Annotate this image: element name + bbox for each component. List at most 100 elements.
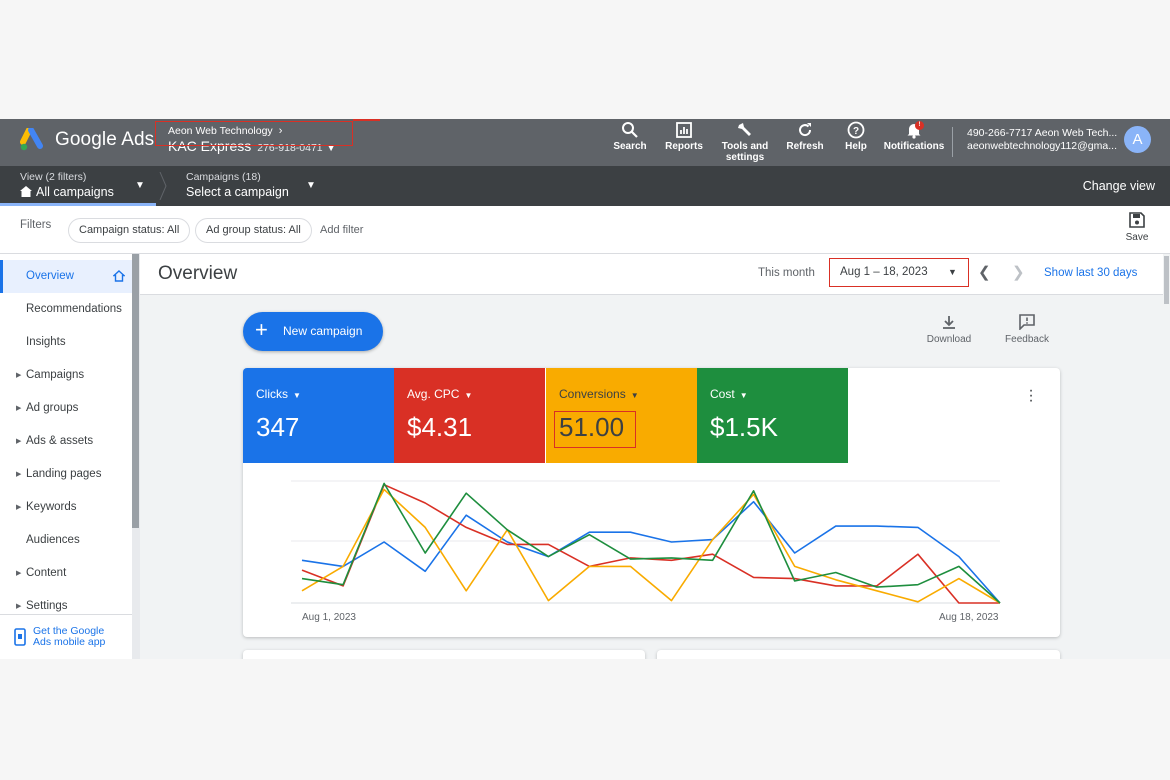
next-card-left [243,650,645,659]
sidebar-item-landing-pages[interactable]: ▶ Landing pages [0,458,132,491]
sidebar-item-recommendations[interactable]: Recommendations [0,293,132,326]
change-view-button[interactable]: Change view [1083,179,1155,193]
sidebar-item-label: Insights [26,336,66,348]
sidebar: Overview Recommendations Insights ▶ Campa… [0,254,132,659]
view-selected: All campaigns [20,185,114,199]
campaign-selector[interactable]: Campaigns (18) Select a campaign [186,171,289,199]
sidebar-item-overview[interactable]: Overview [0,260,132,293]
notifications-label: Notifications [883,141,945,152]
expand-arrow-icon: ▶ [16,471,22,478]
series-line-clicks [301,500,1001,604]
save-icon [1129,212,1145,228]
sidebar-item-label: Content [26,567,67,579]
refresh-icon [799,123,812,137]
feedback-label: Feedback [1005,334,1049,345]
sidebar-item-label: Recommendations [26,303,122,315]
more-options-icon[interactable]: · · · [1027,383,1035,409]
highlight-annotation-conversions [554,411,636,448]
sidebar-item-ad-groups[interactable]: ▶ Ad groups [0,392,132,425]
download-icon [943,316,955,329]
feedback-icon [1019,314,1035,330]
view-filters-count: View (2 filters) [20,171,87,183]
save-label: Save [1125,232,1149,243]
user-email[interactable]: aeonwebtechnology112@gma... [967,140,1117,152]
feedback-button[interactable]: Feedback [1003,314,1051,345]
mobile-app-promo[interactable]: Get the Google Ads mobile app [0,614,132,659]
new-campaign-label: New campaign [283,324,363,338]
metric-tile-avg-cpc[interactable]: Avg. CPC ▼ $4.31 [394,368,545,463]
chevron-left-icon[interactable]: ❮ [978,263,991,281]
caret-down-icon: ▼ [630,391,639,400]
new-campaign-button[interactable]: + New campaign [243,312,383,351]
highlight-annotation-line [353,119,380,121]
sidebar-scrollbar-thumb[interactable] [132,254,139,528]
chevron-right-icon[interactable]: ❯ [1012,263,1025,281]
help-icon: ? [847,121,865,139]
home-icon [20,186,32,197]
ad-group-status-filter-chip[interactable]: Ad group status: All [195,218,312,243]
sidebar-item-content[interactable]: ▶ Content [0,557,132,590]
campaign-status-filter-chip[interactable]: Campaign status: All [68,218,191,243]
metric-tile-clicks[interactable]: Clicks ▼ 347 [243,368,394,463]
metric-name-label: Cost [710,387,735,401]
customer-account-info[interactable]: 490-266-7717 Aeon Web Tech... [967,127,1117,139]
help-button[interactable]: ? Help [838,121,874,152]
sidebar-item-label: Campaigns [26,369,85,381]
mobile-app-promo-text: Get the Google Ads mobile app [33,626,105,648]
show-last-30-days-link[interactable]: Show last 30 days [1044,267,1137,279]
svg-text:?: ? [853,126,859,137]
metric-name-label: Conversions [559,387,626,401]
refresh-button[interactable]: Refresh [784,121,826,152]
plus-icon: + [255,317,268,342]
notifications-button[interactable]: ! Notifications [882,121,946,152]
tools-settings-label: Tools and settings [721,141,769,163]
sidebar-item-insights[interactable]: Insights [0,326,132,359]
divider [952,127,953,157]
expand-arrow-icon: ▶ [16,372,22,379]
metric-value: $1.5K [710,412,778,442]
refresh-button-label: Refresh [786,141,824,152]
sidebar-item-label: Ads & assets [26,435,94,447]
tools-settings-button[interactable]: Tools and settings [716,121,774,163]
view-selector[interactable]: View (2 filters) All campaigns [20,171,114,199]
view-selected-label: All campaigns [36,185,114,199]
search-button-label: Search [613,141,647,152]
metric-name: Cost ▼ [710,387,748,401]
caret-down-icon: ▼ [948,267,957,277]
campaign-selected-label: Select a campaign [186,185,289,199]
avatar[interactable]: A [1124,126,1151,153]
filter-bar: Filters Campaign status: All Ad group st… [0,206,1170,254]
next-card-right [657,650,1060,659]
x-axis-end-label: Aug 18, 2023 [939,612,999,623]
add-filter-input[interactable]: Add filter [320,224,363,236]
view-navigation-bar: View (2 filters) All campaigns ▼ Campaig… [0,166,1170,206]
sidebar-item-ads-assets[interactable]: ▶ Ads & assets [0,425,132,458]
sidebar-item-audiences[interactable]: Audiences [0,524,132,557]
brand-title[interactable]: Google Ads [55,129,154,151]
expand-arrow-icon: ▶ [16,438,22,445]
expand-arrow-icon: ▶ [16,504,22,511]
metric-name-label: Avg. CPC [407,387,460,401]
sidebar-item-label: Audiences [26,534,80,546]
sidebar-item-keywords[interactable]: ▶ Keywords [0,491,132,524]
page-scrollbar-track[interactable] [1163,254,1170,659]
caret-down-icon[interactable]: ▼ [135,180,145,191]
date-range-picker[interactable]: Aug 1 – 18, 2023 ▼ [829,258,969,287]
metric-name: Clicks ▼ [256,387,301,401]
metric-tile-conversions[interactable]: Conversions ▼ 51.00 [546,368,697,463]
sidebar-item-campaigns[interactable]: ▶ Campaigns [0,359,132,392]
search-button[interactable]: Search [610,121,650,152]
metric-value: 347 [256,412,300,442]
caret-down-icon[interactable]: ▼ [306,180,316,191]
sidebar-item-label: Overview [26,270,74,282]
page-scrollbar-thumb[interactable] [1164,256,1169,304]
highlight-annotation-avg-cpc [405,411,499,452]
metric-tile-cost[interactable]: Cost ▼ $1.5K [697,368,848,463]
reports-button[interactable]: Reports [662,121,706,152]
date-preset-label: This month [758,267,815,279]
filters-label: Filters [20,219,52,231]
download-button[interactable]: Download [925,314,973,345]
save-button[interactable]: Save [1122,212,1152,243]
sidebar-item-label: Ad groups [26,402,79,414]
page-title: Overview [158,263,238,284]
